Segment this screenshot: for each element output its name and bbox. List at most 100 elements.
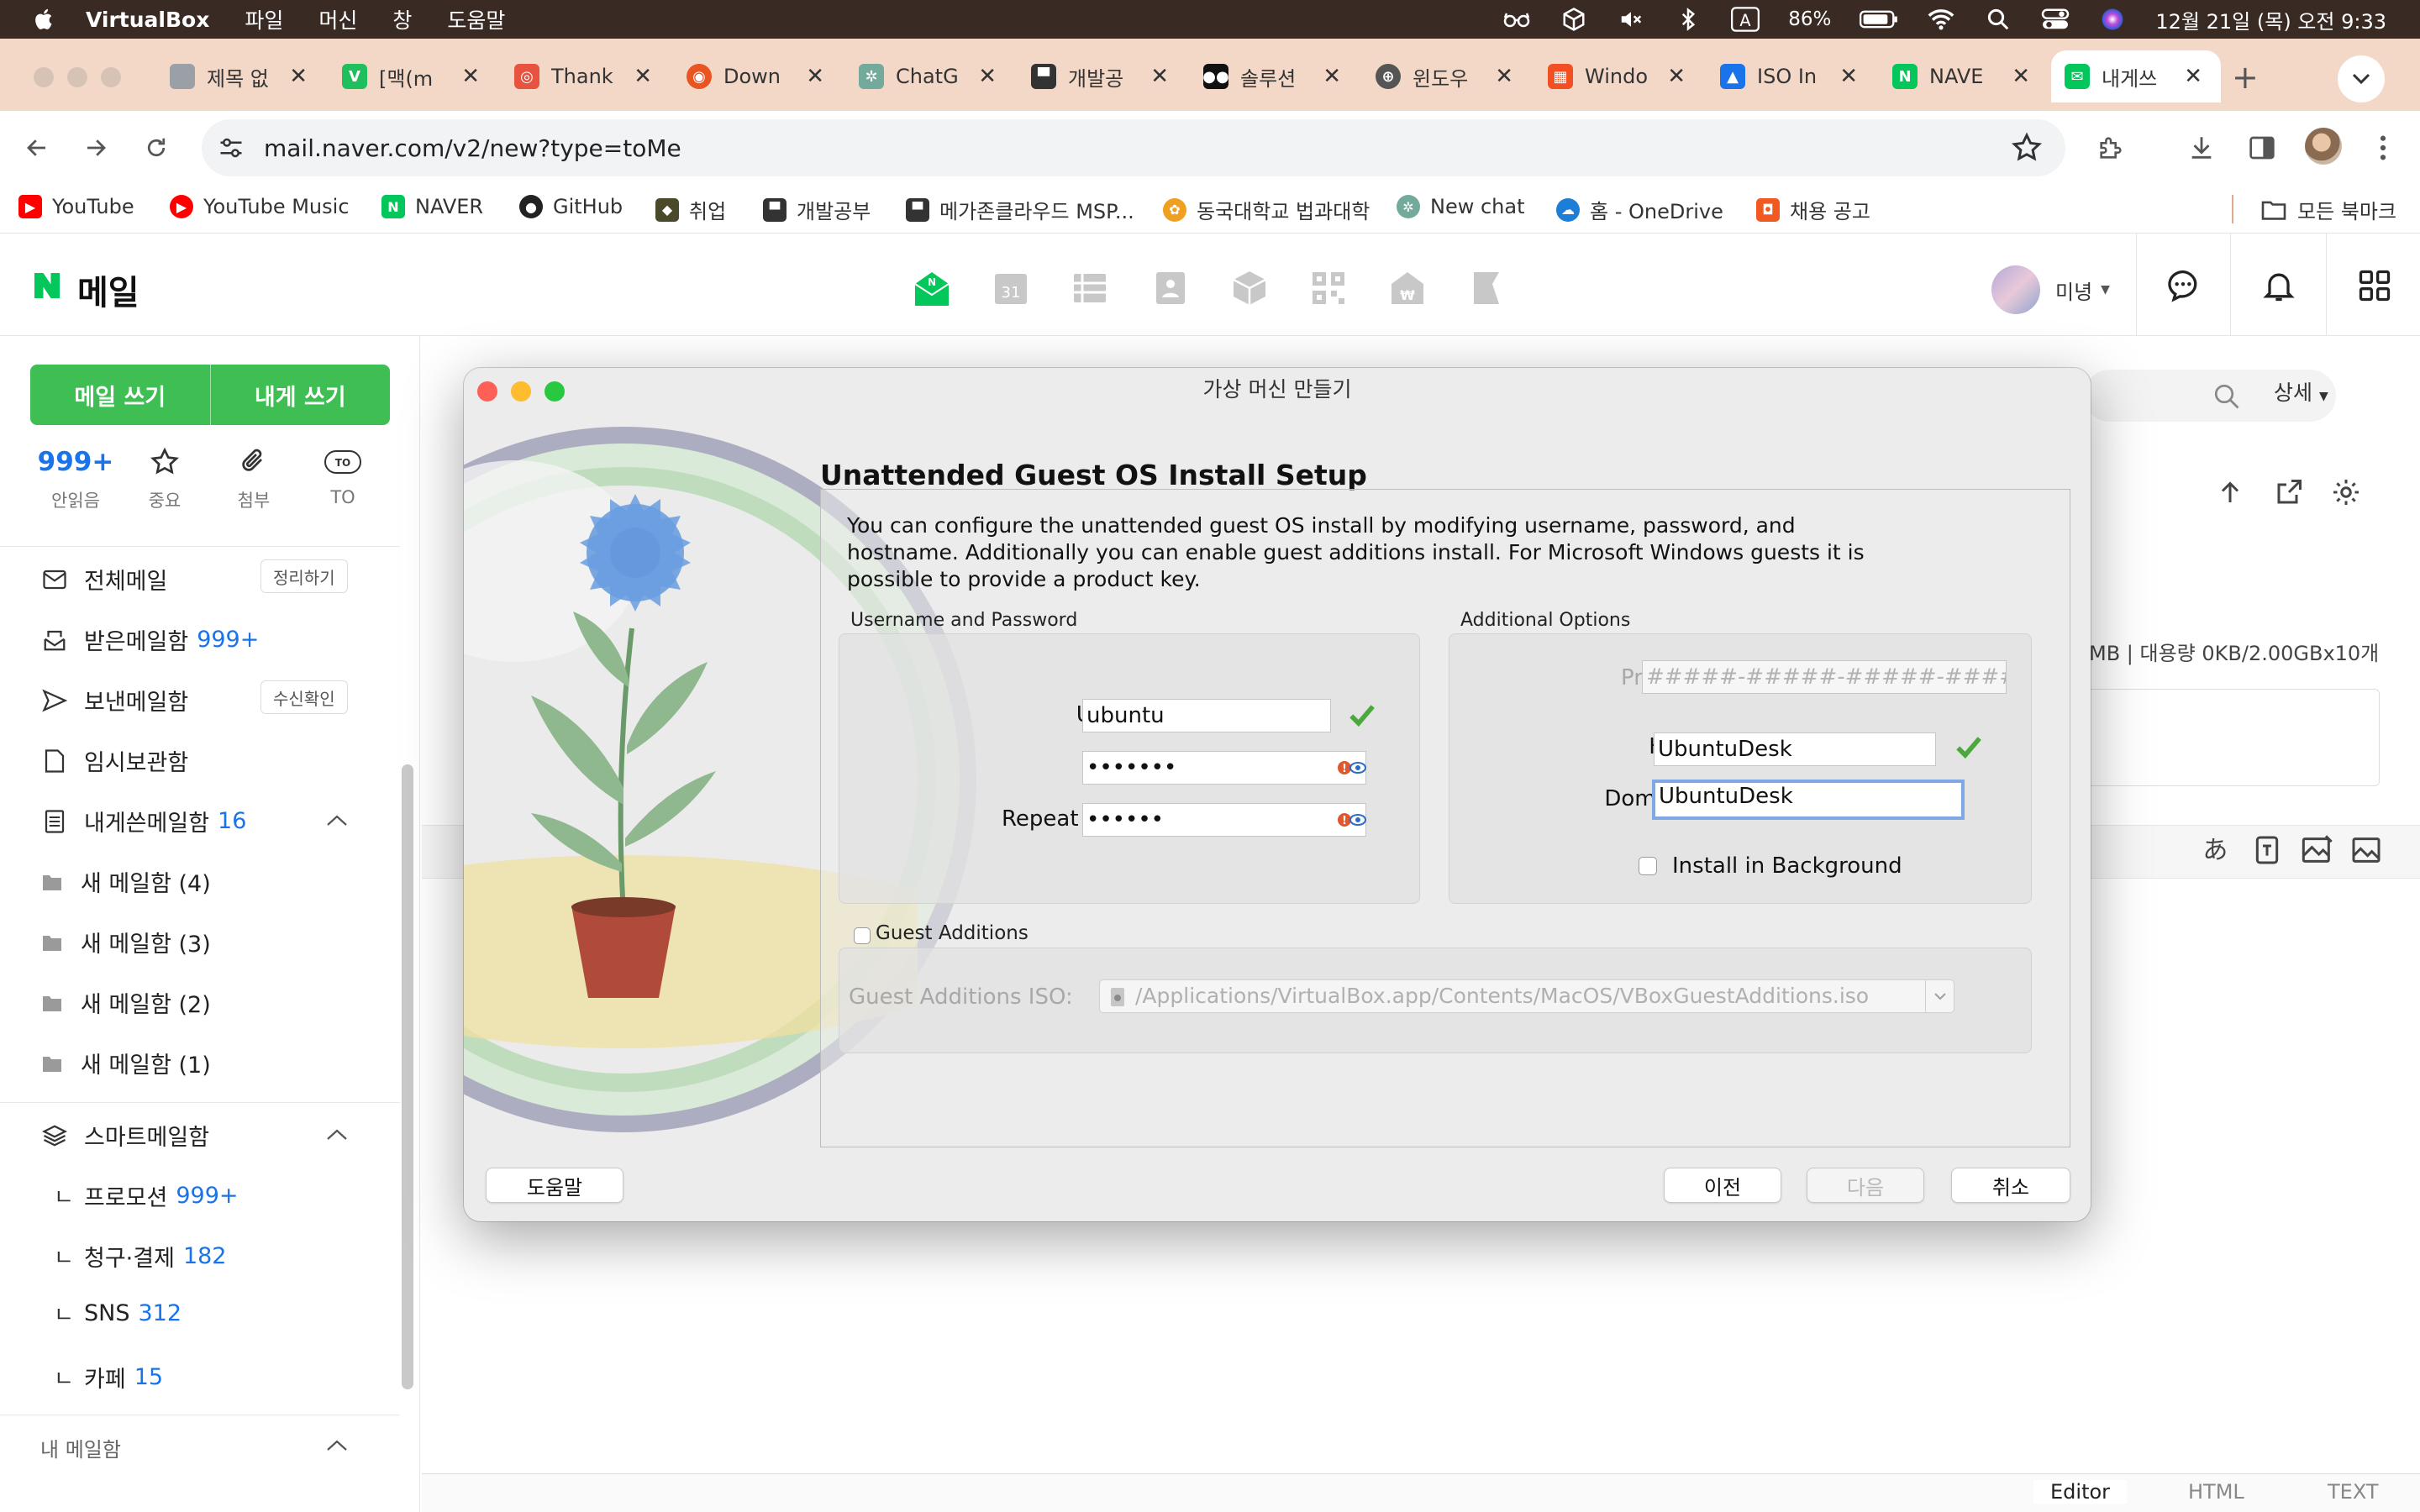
translate-icon[interactable] (2250, 833, 2284, 867)
bookmark-youtube[interactable]: ▶ YouTube (18, 195, 134, 218)
bookmark-recruit[interactable]: ◘ 채용 공고 (1756, 195, 1870, 224)
new-tab-button[interactable]: + (2232, 59, 2259, 96)
guest-additions-iso-select[interactable]: /Applications/VirtualBox.app/Contents/Ma… (1099, 979, 1954, 1013)
side-panel-button[interactable] (2242, 128, 2282, 168)
mailbox-sent[interactable]: 보낸메일함 (40, 684, 188, 717)
list-app-icon[interactable] (1071, 269, 1109, 307)
bookmark-job[interactable]: ◆ 취업 (655, 195, 726, 224)
image-icon[interactable] (2349, 833, 2383, 867)
mailbox-to-me[interactable]: 내게쓴메일함 16 (40, 805, 246, 837)
menu-window[interactable]: 창 (392, 4, 412, 34)
guest-additions-checkbox[interactable] (854, 927, 871, 944)
tab-close-icon[interactable]: ✕ (1839, 64, 1858, 89)
chevron-up-icon[interactable] (324, 1436, 350, 1453)
hostname-field[interactable]: UbuntuDesk (1654, 732, 1936, 766)
quick-important[interactable]: 중요 (123, 445, 207, 512)
smart-item-sns[interactable]: ㄴ SNS 312 (54, 1300, 182, 1328)
bookmark-megazone[interactable]: ▀ 메가존클라우드 MSP... (906, 195, 1134, 224)
menu-machine[interactable]: 머신 (318, 4, 357, 34)
quick-to-me[interactable]: TO TO (301, 445, 385, 507)
site-settings-icon[interactable] (218, 136, 244, 160)
help-button[interactable]: 도움말 (486, 1168, 623, 1203)
dialog-close-button[interactable] (477, 381, 497, 402)
sidebar-scrollbar[interactable] (402, 764, 413, 1389)
smart-item-promotion[interactable]: ㄴ 프로모션 999+ (54, 1179, 239, 1212)
smart-item-billing[interactable]: ㄴ 청구·결제 182 (54, 1240, 227, 1273)
cancel-button[interactable]: 취소 (1951, 1168, 2070, 1203)
battery-icon[interactable] (1860, 7, 1898, 32)
extensions-button[interactable] (2091, 128, 2131, 168)
bookmark-app-icon[interactable] (1467, 269, 1506, 307)
mail-logo-text[interactable]: 메일 (77, 265, 139, 314)
search-detail-button[interactable]: 상세 ▼ (2274, 376, 2328, 407)
product-key-field[interactable]: #####-#####-#####-#####-##### (1642, 660, 2007, 694)
browser-tab[interactable]: ●● 솔루션 ✕ (1190, 50, 1360, 102)
smart-item-cafe[interactable]: ㄴ 카페 15 (54, 1361, 163, 1394)
mail-app-icon[interactable]: N (913, 269, 951, 307)
bookmark-github[interactable]: ● GitHub (519, 195, 623, 218)
dialog-zoom-button[interactable] (544, 381, 565, 402)
mode-text-tab[interactable]: TEXT (2328, 1480, 2379, 1504)
folder-item[interactable]: 새 메일함 (2) (43, 986, 211, 1019)
compose-mail-button[interactable]: 메일 쓰기 (30, 365, 210, 425)
downloads-button[interactable] (2181, 128, 2222, 168)
app-grid-icon[interactable] (2356, 267, 2393, 304)
gear-icon[interactable] (2331, 477, 2361, 507)
tab-search-button[interactable] (2338, 55, 2385, 102)
tab-close-icon[interactable]: ✕ (1150, 64, 1169, 89)
folder-item[interactable]: 새 메일함 (3) (43, 926, 211, 958)
browser-tab[interactable]: V [맥(m ✕ (329, 50, 498, 102)
warning-eye-icon[interactable]: ! (1334, 758, 1368, 778)
tab-close-icon[interactable]: ✕ (289, 64, 308, 89)
browser-tab[interactable]: N NAVE ✕ (1879, 50, 2049, 102)
browser-profile-avatar[interactable] (2305, 128, 2342, 165)
organize-button[interactable]: 정리하기 (260, 559, 348, 593)
url-text[interactable]: mail.naver.com/v2/new?type=toMe (264, 134, 681, 162)
back-button[interactable] (17, 128, 57, 168)
bluetooth-icon[interactable] (1674, 7, 1702, 32)
chevron-up-icon[interactable] (324, 1126, 350, 1142)
bookmark-star-icon[interactable] (2010, 131, 2044, 165)
password-field[interactable]: ••••••• (1082, 751, 1366, 785)
chat-icon[interactable] (2165, 267, 2202, 304)
bookmark-naver[interactable]: N NAVER (381, 195, 483, 218)
bookmark-youtube-music[interactable]: ▶ YouTube Music (170, 195, 350, 218)
address-bar[interactable]: mail.naver.com/v2/new?type=toMe (202, 119, 2065, 176)
template-icon[interactable] (2301, 833, 2334, 867)
mode-html-tab[interactable]: HTML (2188, 1480, 2244, 1504)
mailbox-drafts[interactable]: 임시보관함 (40, 744, 188, 777)
quick-unread[interactable]: 999+ 안읽음 (34, 445, 118, 512)
siri-icon[interactable] (2098, 7, 2127, 32)
tab-close-icon[interactable]: ✕ (1323, 64, 1341, 89)
menu-help[interactable]: 도움말 (447, 4, 505, 34)
bookmark-onedrive[interactable]: ☁ 홈 - OneDrive (1556, 195, 1723, 224)
pay-app-icon[interactable]: ₩ (1388, 269, 1427, 307)
mailbox-all[interactable]: 전체메일 (40, 563, 167, 596)
domain-name-field[interactable]: UbuntuDesk (1652, 780, 1965, 820)
window-minimize-button[interactable] (67, 67, 87, 87)
browser-tab[interactable]: ⊕ 윈도우 ✕ (1362, 50, 1532, 102)
glasses-icon[interactable] (1502, 7, 1531, 32)
browser-tab[interactable]: ▀ 개발공 ✕ (1018, 50, 1187, 102)
tab-close-icon[interactable]: ✕ (978, 64, 997, 89)
combo-arrow[interactable] (1925, 980, 1954, 1012)
browser-tab[interactable]: ◉ Down ✕ (673, 50, 843, 102)
forward-button[interactable] (76, 128, 116, 168)
arrow-up-icon[interactable] (2215, 477, 2245, 507)
my-mailbox-header[interactable]: 내 메일함 (40, 1433, 121, 1462)
mode-editor-tab[interactable]: Editor (2033, 1480, 2128, 1504)
tab-close-icon[interactable]: ✕ (461, 64, 480, 89)
username-field[interactable]: ubuntu (1082, 699, 1331, 732)
wifi-icon[interactable] (1927, 7, 1955, 32)
browser-tab-active[interactable]: ✉ 내게쓰 ✕ (2051, 50, 2221, 102)
warning-eye-icon[interactable]: ! (1334, 810, 1368, 830)
external-link-icon[interactable] (2274, 477, 2304, 507)
back-button[interactable]: 이전 (1664, 1168, 1781, 1203)
browser-tab[interactable]: ▲ ISO In ✕ (1707, 50, 1876, 102)
quick-attachment[interactable]: 첨부 (212, 445, 296, 512)
menu-file[interactable]: 파일 (245, 4, 283, 34)
cube-icon[interactable] (1560, 7, 1588, 32)
browser-tab[interactable]: 제목 없 ✕ (156, 50, 326, 102)
browser-tab[interactable]: ◎ Thank ✕ (501, 50, 671, 102)
browser-tab[interactable]: ▦ Windo ✕ (1534, 50, 1704, 102)
